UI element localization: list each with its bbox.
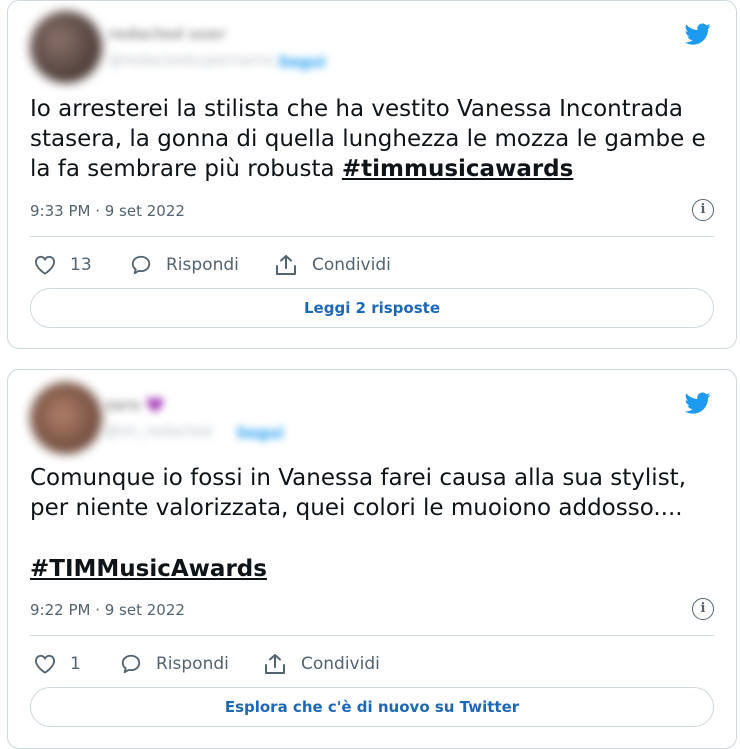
hashtag-link[interactable]: #timmusicawards xyxy=(342,156,573,182)
speech-bubble-icon xyxy=(121,654,141,674)
tweet-card[interactable]: zaro 💜 @im_redacted Segui Comunque io fo… xyxy=(7,369,737,749)
like-count: 1 xyxy=(70,654,81,674)
twitter-bird-icon[interactable] xyxy=(682,21,714,47)
reply-button[interactable]: Rispondi xyxy=(130,252,239,278)
explore-twitter-button[interactable]: Esplora che c'è di nuovo su Twitter xyxy=(30,687,714,727)
heart-icon xyxy=(34,255,56,275)
handle-blurred[interactable]: @im_redacted xyxy=(104,422,212,440)
display-name-blurred[interactable]: zaro 💜 xyxy=(104,396,164,414)
hashtag-line: #TIMMusicAwards xyxy=(30,556,267,582)
avatar[interactable] xyxy=(30,382,102,454)
share-arrow-icon xyxy=(265,654,285,674)
share-button[interactable]: Condividi xyxy=(274,252,391,278)
divider xyxy=(30,236,714,237)
read-replies-button[interactable]: Leggi 2 risposte xyxy=(30,288,714,328)
follow-link-blurred[interactable]: Segui xyxy=(278,53,326,71)
tweet-timestamp[interactable]: 9:33 PM · 9 set 2022 xyxy=(30,202,185,220)
like-button[interactable]: 13 xyxy=(34,252,92,278)
tweet-timestamp[interactable]: 9:22 PM · 9 set 2022 xyxy=(30,601,185,619)
share-button[interactable]: Condividi xyxy=(263,651,380,677)
speech-bubble-icon xyxy=(131,255,151,275)
share-label: Condividi xyxy=(301,654,380,674)
like-button[interactable]: 1 xyxy=(34,651,81,677)
avatar[interactable] xyxy=(30,11,102,83)
share-arrow-icon xyxy=(276,255,296,275)
tweet-text: Comunque io fossi in Vanessa farei causa… xyxy=(30,465,687,521)
tweet-text: Io arresterei la stilista che ha vestito… xyxy=(30,94,730,184)
info-icon[interactable]: i xyxy=(692,199,714,221)
heart-icon xyxy=(34,654,56,674)
info-icon[interactable]: i xyxy=(692,598,714,620)
tweet-card[interactable]: redacted user @redactedsupername Segui I… xyxy=(7,0,737,349)
display-name-blurred[interactable]: redacted user xyxy=(108,25,226,43)
reply-label: Rispondi xyxy=(156,654,229,674)
share-label: Condividi xyxy=(312,255,391,275)
handle-blurred[interactable]: @redactedsupername xyxy=(108,51,274,69)
like-count: 13 xyxy=(70,255,92,275)
action-bar: 13 Rispondi Condividi xyxy=(30,252,714,278)
reply-label: Rispondi xyxy=(166,255,239,275)
divider xyxy=(30,635,714,636)
follow-link-blurred[interactable]: Segui xyxy=(236,424,284,442)
action-bar: 1 Rispondi Condividi xyxy=(30,651,714,677)
twitter-bird-icon[interactable] xyxy=(682,390,714,416)
hashtag-link[interactable]: #TIMMusicAwards xyxy=(30,556,267,582)
reply-button[interactable]: Rispondi xyxy=(120,651,229,677)
